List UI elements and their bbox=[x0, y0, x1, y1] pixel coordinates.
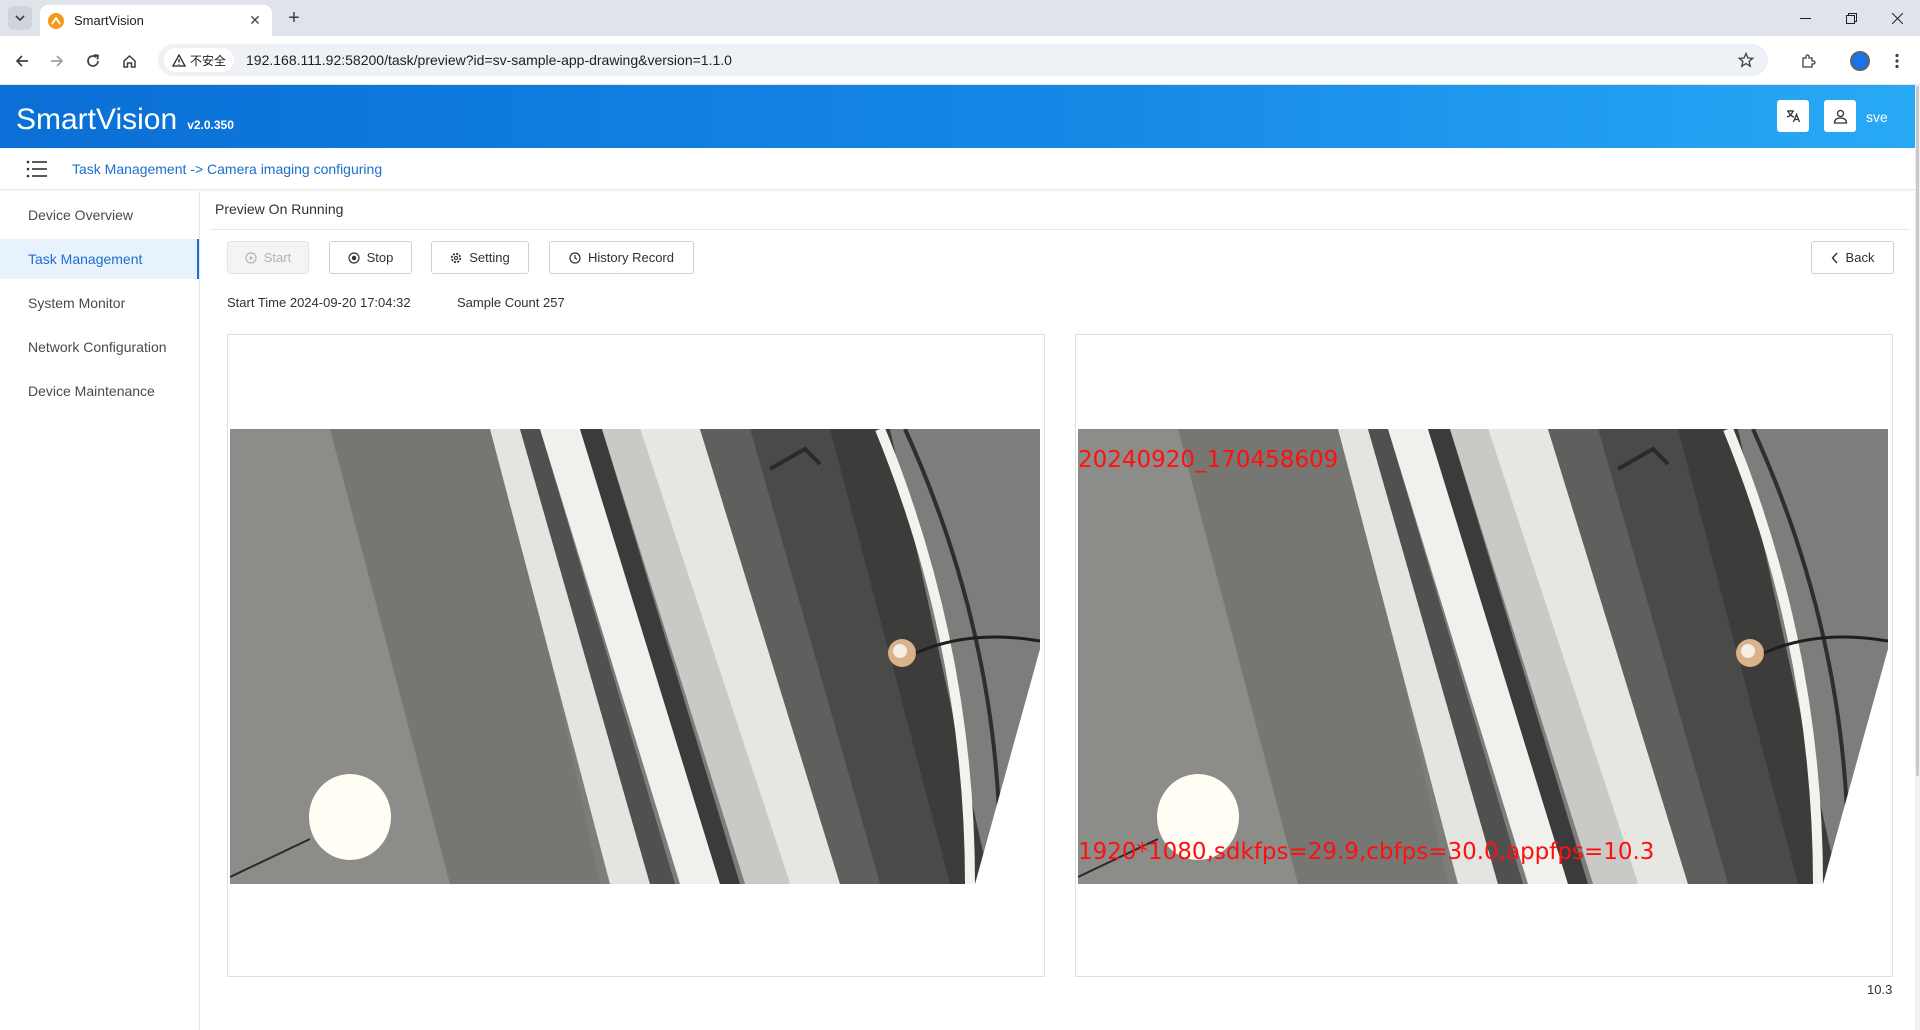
app-fps-readout: 10.3 bbox=[1867, 982, 1893, 997]
sidebar-item-device-overview[interactable]: Device Overview bbox=[0, 195, 199, 235]
new-tab-icon[interactable]: + bbox=[282, 6, 306, 30]
sidebar-item-label: Network Configuration bbox=[28, 339, 167, 355]
stop-circle-icon bbox=[348, 251, 360, 264]
drawn-preview-panel: 20240920_170458609 1920*1080,sdkfps=29.9… bbox=[1075, 334, 1893, 977]
profile-avatar-icon[interactable] bbox=[1847, 48, 1873, 74]
back-button[interactable]: Back bbox=[1811, 241, 1894, 274]
camera-image bbox=[1078, 429, 1888, 884]
bookmark-star-icon[interactable] bbox=[1732, 46, 1760, 74]
main-content: Preview On Running Start Stop Setting Hi… bbox=[200, 191, 1915, 1030]
history-record-label: History Record bbox=[588, 250, 674, 265]
translate-icon bbox=[1786, 110, 1801, 123]
start-button[interactable]: Start bbox=[227, 241, 309, 274]
fps-overlay: 1920*1080,sdkfps=29.9,cbfps=30.0,appfps=… bbox=[1078, 839, 1655, 865]
menu-toggle-icon[interactable] bbox=[26, 159, 48, 179]
page-title: Preview On Running bbox=[215, 201, 344, 217]
stop-button[interactable]: Stop bbox=[329, 241, 412, 274]
sidebar-item-network-configuration[interactable]: Network Configuration bbox=[0, 327, 199, 367]
url-text[interactable]: 192.168.111.92:58200/task/preview?id=sv-… bbox=[246, 52, 1732, 68]
window-controls bbox=[1782, 0, 1920, 36]
user-button[interactable] bbox=[1824, 100, 1856, 132]
history-record-button[interactable]: History Record bbox=[549, 241, 694, 274]
app-name: SmartVision bbox=[16, 103, 178, 136]
sidebar-item-label: Device Overview bbox=[28, 207, 134, 223]
security-label: 不安全 bbox=[190, 53, 227, 68]
sidebar-item-system-monitor[interactable]: System Monitor bbox=[0, 283, 199, 323]
smartvision-favicon-icon bbox=[48, 12, 64, 29]
start-time: Start Time 2024-09-20 17:04:32 bbox=[227, 295, 411, 310]
chevron-left-icon bbox=[1831, 252, 1838, 263]
timestamp-overlay: 20240920_170458609 bbox=[1078, 447, 1339, 473]
back-label: Back bbox=[1845, 250, 1875, 265]
username[interactable]: sve bbox=[1866, 109, 1888, 125]
browser-tab-strip: SmartVision ✕ + bbox=[0, 0, 1920, 36]
user-icon bbox=[1833, 109, 1847, 124]
language-switch-button[interactable] bbox=[1777, 100, 1809, 132]
close-tab-icon[interactable]: ✕ bbox=[246, 12, 264, 29]
drawn-camera-frame: 20240920_170458609 1920*1080,sdkfps=29.9… bbox=[1078, 429, 1888, 884]
reload-icon[interactable] bbox=[80, 48, 106, 74]
page-scrollbar-thumb[interactable] bbox=[1916, 86, 1919, 776]
sample-count: Sample Count 257 bbox=[457, 295, 565, 310]
tab-title: SmartVision bbox=[74, 13, 144, 28]
sidebar-item-label: Task Management bbox=[28, 251, 143, 267]
stop-label: Stop bbox=[366, 250, 394, 265]
raw-preview-panel bbox=[227, 334, 1045, 977]
restore-icon[interactable] bbox=[1828, 0, 1874, 36]
browser-tab[interactable]: SmartVision ✕ bbox=[40, 5, 272, 36]
minimize-icon[interactable] bbox=[1782, 0, 1828, 36]
app-brand: SmartVision v2.0.350 bbox=[16, 103, 234, 137]
breadcrumb-bar: Task Management -> Camera imaging config… bbox=[0, 148, 1915, 190]
back-arrow-icon[interactable] bbox=[9, 48, 35, 74]
app-header: SmartVision v2.0.350 sve bbox=[0, 85, 1915, 148]
sidebar-item-label: Device Maintenance bbox=[28, 383, 155, 399]
gear-icon bbox=[451, 252, 462, 263]
sidebar: Device Overview Task Management System M… bbox=[0, 191, 200, 1030]
clock-icon bbox=[569, 251, 581, 264]
setting-button[interactable]: Setting bbox=[431, 241, 529, 274]
home-icon[interactable] bbox=[116, 48, 142, 74]
browser-toolbar: 不安全 192.168.111.92:58200/task/preview?id… bbox=[0, 36, 1920, 85]
address-bar[interactable]: 不安全 192.168.111.92:58200/task/preview?id… bbox=[158, 44, 1768, 76]
close-window-icon[interactable] bbox=[1874, 0, 1920, 36]
tab-search-icon[interactable] bbox=[8, 6, 32, 30]
breadcrumb[interactable]: Task Management -> Camera imaging config… bbox=[72, 161, 382, 177]
camera-image bbox=[230, 429, 1040, 884]
sidebar-item-label: System Monitor bbox=[28, 295, 126, 311]
setting-label: Setting bbox=[469, 250, 510, 265]
extensions-puzzle-icon[interactable] bbox=[1795, 48, 1821, 74]
sidebar-item-device-maintenance[interactable]: Device Maintenance bbox=[0, 371, 199, 411]
raw-camera-frame bbox=[230, 429, 1040, 884]
warning-icon bbox=[172, 53, 186, 67]
start-label: Start bbox=[263, 250, 292, 265]
security-indicator[interactable]: 不安全 bbox=[164, 48, 235, 72]
app-version: v2.0.350 bbox=[187, 118, 234, 132]
sidebar-item-task-management[interactable]: Task Management bbox=[0, 239, 199, 279]
forward-arrow-icon[interactable] bbox=[44, 48, 70, 74]
title-divider bbox=[210, 229, 1910, 230]
play-circle-icon bbox=[245, 251, 257, 264]
browser-menu-icon[interactable] bbox=[1884, 48, 1910, 74]
